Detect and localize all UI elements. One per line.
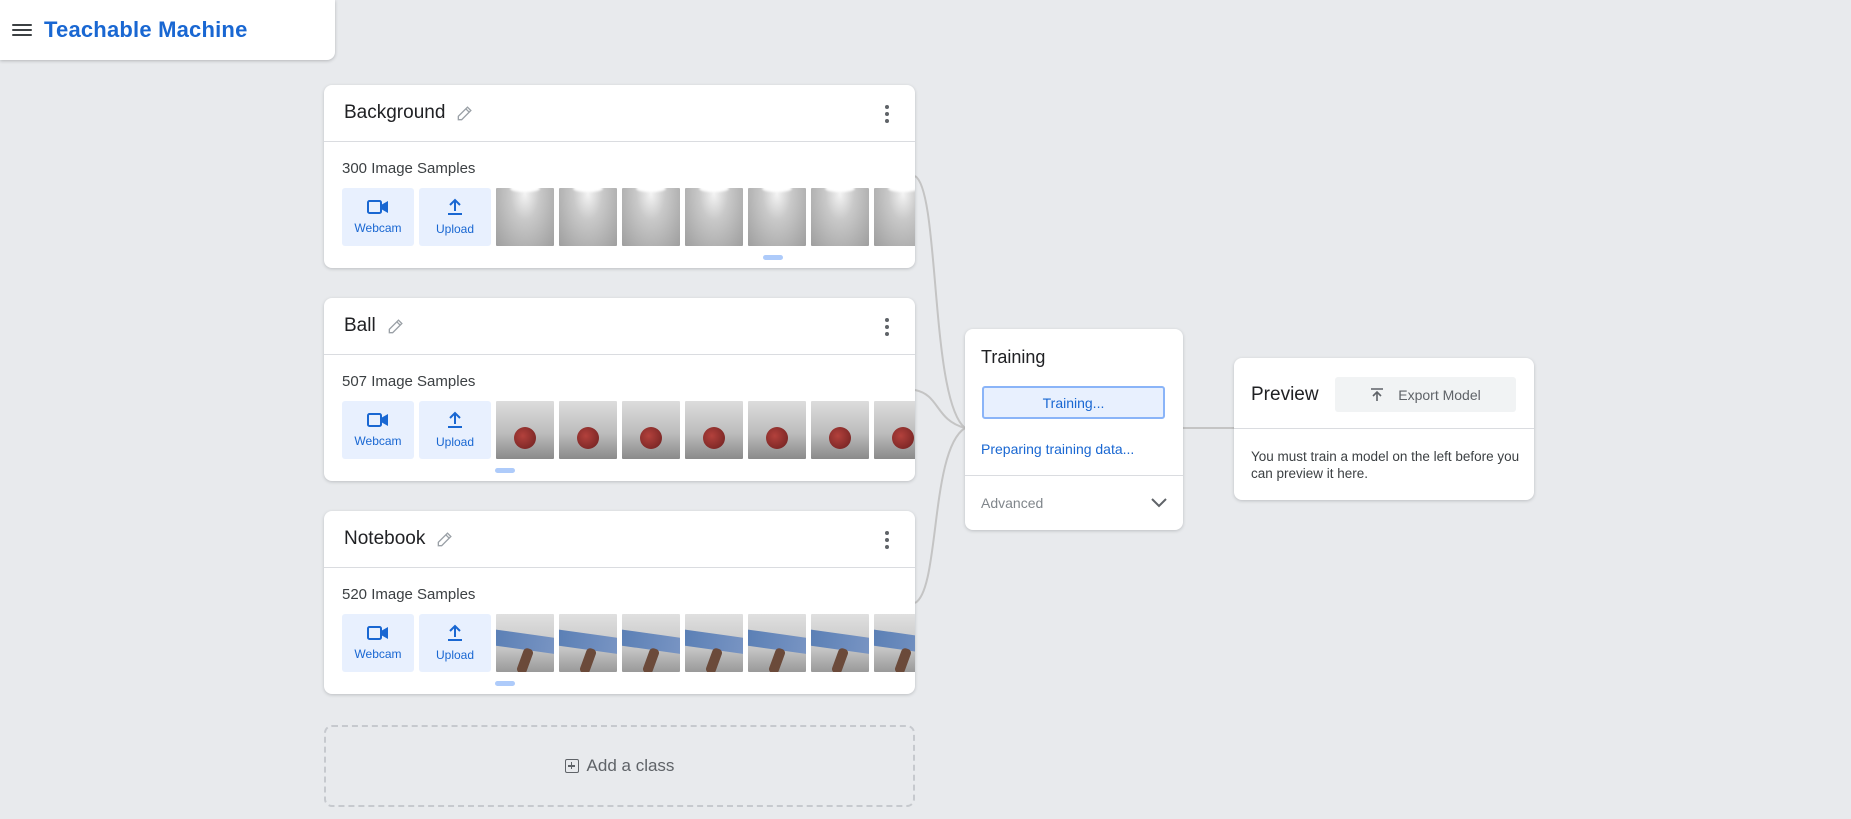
app-header: Teachable Machine xyxy=(0,0,335,60)
webcam-button[interactable]: Webcam xyxy=(342,401,414,459)
pencil-edit-icon[interactable] xyxy=(386,316,406,336)
pencil-edit-icon[interactable] xyxy=(455,103,475,123)
video-camera-icon xyxy=(367,626,388,640)
chevron-down-icon xyxy=(1151,498,1167,508)
sample-thumbnail[interactable] xyxy=(496,401,554,459)
preview-message: You must train a model on the left befor… xyxy=(1251,449,1520,481)
sample-thumbnail[interactable] xyxy=(559,614,617,672)
app-title: Teachable Machine xyxy=(44,17,248,42)
sample-scrollbar[interactable] xyxy=(495,468,515,473)
webcam-label: Webcam xyxy=(354,221,402,235)
upload-label: Upload xyxy=(435,222,475,236)
class-connector-lines xyxy=(914,175,1234,604)
upload-button[interactable]: Upload xyxy=(419,401,491,459)
sample-thumbnail[interactable] xyxy=(685,401,743,459)
hamburger-menu-icon[interactable] xyxy=(12,22,32,38)
sample-row[interactable]: Webcam Upload xyxy=(342,188,915,246)
upload-label: Upload xyxy=(435,648,475,662)
sample-thumbnail[interactable] xyxy=(622,614,680,672)
sample-thumbnail[interactable] xyxy=(622,401,680,459)
sample-thumbnail[interactable] xyxy=(496,188,554,246)
sample-thumbnail[interactable] xyxy=(811,614,869,672)
class-name[interactable]: Ball xyxy=(344,315,376,337)
advanced-label: Advanced xyxy=(981,495,1044,511)
pencil-edit-icon[interactable] xyxy=(435,529,455,549)
sample-thumbnail[interactable] xyxy=(685,188,743,246)
sample-thumbnail[interactable] xyxy=(874,401,915,459)
class-card-notebook: Notebook 520 Image Samples Webcam Upload xyxy=(324,511,915,694)
sample-count: 300 Image Samples xyxy=(342,160,476,177)
sample-thumbnail[interactable] xyxy=(811,188,869,246)
sample-thumbnail[interactable] xyxy=(811,401,869,459)
class-name[interactable]: Notebook xyxy=(344,528,425,550)
class-name[interactable]: Background xyxy=(344,102,445,124)
webcam-label: Webcam xyxy=(354,434,402,448)
webcam-button[interactable]: Webcam xyxy=(342,188,414,246)
train-model-button[interactable]: Training... xyxy=(982,386,1165,419)
advanced-toggle[interactable]: Advanced xyxy=(981,476,1167,530)
training-card: Training Training... Preparing training … xyxy=(965,329,1183,530)
training-title: Training xyxy=(981,347,1046,367)
add-class-button[interactable]: Add a class xyxy=(324,725,915,807)
sample-thumbnail[interactable] xyxy=(874,614,915,672)
more-options-icon[interactable] xyxy=(885,318,889,336)
sample-thumbnail[interactable] xyxy=(496,614,554,672)
preview-header: Preview Export Model xyxy=(1234,358,1534,429)
training-status: Preparing training data... xyxy=(981,441,1135,457)
class-card-ball: Ball 507 Image Samples Webcam Upload xyxy=(324,298,915,481)
upload-icon xyxy=(448,198,462,215)
export-model-label: Export Model xyxy=(1398,386,1481,403)
upload-label: Upload xyxy=(435,435,475,449)
webcam-button[interactable]: Webcam xyxy=(342,614,414,672)
preview-card: Preview Export Model You must train a mo… xyxy=(1234,358,1534,500)
upload-icon xyxy=(1371,387,1384,401)
video-camera-icon xyxy=(367,200,388,214)
more-options-icon[interactable] xyxy=(885,531,889,549)
sample-thumbnail[interactable] xyxy=(874,188,915,246)
sample-thumbnail[interactable] xyxy=(748,614,806,672)
sample-thumbnail[interactable] xyxy=(748,401,806,459)
sample-thumbnail[interactable] xyxy=(559,401,617,459)
upload-button[interactable]: Upload xyxy=(419,188,491,246)
class-card-body: 300 Image Samples Webcam Upload xyxy=(324,142,915,268)
sample-thumbnail[interactable] xyxy=(559,188,617,246)
class-card-body: 507 Image Samples Webcam Upload xyxy=(324,355,915,481)
class-card-background: Background 300 Image Samples Webcam Uplo… xyxy=(324,85,915,268)
more-options-icon[interactable] xyxy=(885,105,889,123)
add-class-label: Add a class xyxy=(586,756,675,775)
class-card-header: Background xyxy=(324,85,915,142)
upload-icon xyxy=(448,624,462,641)
class-card-header: Ball xyxy=(324,298,915,355)
sample-scrollbar[interactable] xyxy=(763,255,783,260)
preview-title: Preview xyxy=(1251,384,1319,405)
class-card-header: Notebook xyxy=(324,511,915,568)
sample-scrollbar[interactable] xyxy=(495,681,515,686)
sample-thumbnail[interactable] xyxy=(685,614,743,672)
add-box-icon xyxy=(564,759,579,773)
video-camera-icon xyxy=(367,413,388,427)
sample-thumbnail[interactable] xyxy=(748,188,806,246)
class-card-body: 520 Image Samples Webcam Upload xyxy=(324,568,915,694)
upload-icon xyxy=(448,411,462,428)
sample-thumbnail[interactable] xyxy=(622,188,680,246)
sample-count: 520 Image Samples xyxy=(342,586,476,603)
sample-row[interactable]: Webcam Upload xyxy=(342,614,915,672)
upload-button[interactable]: Upload xyxy=(419,614,491,672)
sample-count: 507 Image Samples xyxy=(342,373,476,390)
export-model-button[interactable]: Export Model xyxy=(1335,377,1516,412)
sample-row[interactable]: Webcam Upload xyxy=(342,401,915,459)
webcam-label: Webcam xyxy=(354,647,402,661)
